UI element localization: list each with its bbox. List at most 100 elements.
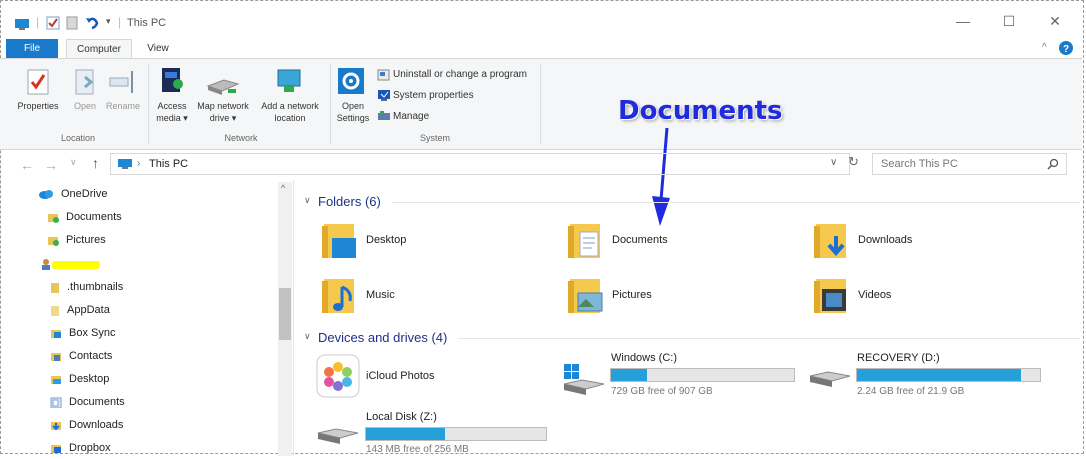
annotation-arrow-icon	[652, 127, 670, 226]
folder-tile-downloads[interactable]: Downloads	[812, 218, 1012, 264]
scroll-up-icon[interactable]: ^	[281, 183, 285, 193]
navigation-pane: OneDrive Documents Pictures .thumbnails …	[0, 180, 294, 456]
sidebar-item-appdata[interactable]: AppData	[50, 300, 110, 320]
folder-tile-desktop[interactable]: Desktop	[320, 218, 520, 264]
collapse-chevron-icon[interactable]: ∨	[304, 195, 311, 206]
drive-tile-local-disk-z[interactable]: Local Disk (Z:) 143 MB free of 256 MB	[316, 409, 556, 459]
tab-file[interactable]: File	[6, 39, 58, 58]
this-pc-icon	[15, 19, 29, 30]
folder-tile-pictures[interactable]: Pictures	[566, 273, 766, 319]
help-icon[interactable]: ?	[1058, 40, 1074, 56]
drive-usage-bar	[610, 368, 795, 382]
new-folder-icon[interactable]	[66, 16, 78, 30]
downloads-folder-icon	[51, 422, 61, 431]
drive-usage-fill	[857, 369, 1022, 381]
open-settings-button[interactable]: Open Settings	[333, 100, 373, 124]
rename-button[interactable]: Rename	[103, 100, 143, 112]
add-network-location-icon	[277, 69, 301, 92]
drive-usage-fill	[611, 369, 647, 381]
group-separator	[330, 64, 331, 144]
sidebar-item-documents[interactable]: Documents	[47, 207, 122, 227]
rename-icon	[109, 71, 133, 93]
map-network-drive-button[interactable]: Map network drive ▾	[192, 100, 254, 124]
drives-header[interactable]: Devices and drives (4)	[318, 330, 447, 345]
uninstall-button[interactable]: Uninstall or change a program	[393, 69, 527, 81]
drive-tile-recovery-d[interactable]: RECOVERY (D:) 2.24 GB free of 21.9 GB	[808, 352, 1048, 402]
search-placeholder: Search This PC	[881, 158, 958, 170]
this-pc-icon	[118, 159, 132, 169]
properties-check-icon[interactable]	[46, 16, 60, 30]
box-sync-folder-icon	[51, 330, 61, 339]
up-arrow-icon[interactable]: ↑	[92, 155, 99, 171]
annotation-callout: Documents	[618, 96, 783, 126]
open-icon	[75, 69, 94, 95]
folder-tile-documents[interactable]: Documents	[566, 218, 766, 264]
sidebar-item-user[interactable]	[40, 254, 107, 274]
group-label-system: System	[419, 133, 450, 143]
hard-drive-icon	[809, 371, 851, 387]
sidebar-item-pictures[interactable]: Pictures	[47, 230, 106, 250]
forward-arrow-icon[interactable]: →	[44, 157, 58, 173]
back-arrow-icon[interactable]: ←	[20, 157, 34, 173]
sidebar-item-box-sync[interactable]: Box Sync	[50, 323, 115, 343]
breadcrumb[interactable]: This PC	[149, 158, 188, 170]
open-button[interactable]: Open	[66, 100, 104, 112]
documents-folder-icon	[50, 397, 62, 409]
system-properties-icon	[378, 90, 390, 101]
manage-icon	[378, 111, 390, 120]
access-media-button[interactable]: Access media ▾	[152, 100, 192, 124]
folder-tile-videos[interactable]: Videos	[812, 273, 1012, 319]
maximize-button[interactable]: ☐	[994, 13, 1024, 30]
refresh-icon[interactable]: ↻	[848, 154, 859, 170]
nav-scrollbar-thumb[interactable]	[279, 288, 291, 340]
sidebar-item-thumbnails[interactable]: .thumbnails	[50, 277, 123, 297]
search-input[interactable]: Search This PC	[872, 153, 1067, 175]
music-folder-icon	[322, 279, 354, 313]
manage-button[interactable]: Manage	[393, 111, 429, 123]
synced-folder-icon	[48, 237, 59, 247]
title-separator: |	[118, 15, 122, 29]
sidebar-item-dropbox[interactable]: Dropbox	[50, 438, 111, 458]
settings-gear-icon	[338, 68, 364, 94]
videos-folder-icon	[814, 279, 846, 313]
qat-dropdown-icon[interactable]: ▾	[106, 16, 111, 27]
add-network-location-button[interactable]: Add a network location	[255, 100, 325, 124]
icloud-photos-icon	[316, 354, 360, 398]
qat-separator: |	[36, 15, 40, 29]
system-properties-button[interactable]: System properties	[393, 90, 474, 102]
address-bar[interactable]: › This PC	[110, 153, 850, 175]
folder-icon	[51, 306, 59, 317]
desktop-folder-icon	[51, 376, 61, 385]
sidebar-item-contacts[interactable]: Contacts	[50, 346, 112, 366]
search-icon[interactable]	[1047, 158, 1059, 170]
map-network-drive-icon	[206, 79, 240, 95]
user-folder-icon	[42, 259, 100, 271]
desktop-folder-icon	[322, 224, 356, 258]
drive-tile-windows-c[interactable]: Windows (C:) 729 GB free of 907 GB	[562, 352, 802, 402]
contacts-folder-icon	[51, 353, 61, 362]
dropbox-folder-icon	[51, 445, 61, 454]
collapse-chevron-icon[interactable]: ∨	[304, 331, 311, 342]
recent-locations-icon[interactable]: ∨	[70, 157, 77, 168]
properties-button[interactable]: Properties	[12, 100, 64, 112]
sidebar-item-onedrive[interactable]: OneDrive	[38, 184, 107, 204]
folder-tile-music[interactable]: Music	[320, 273, 520, 319]
sidebar-item-documents-2[interactable]: Documents	[50, 392, 125, 412]
tab-view[interactable]: View	[140, 39, 176, 58]
minimize-button[interactable]: —	[948, 13, 978, 29]
sidebar-item-desktop[interactable]: Desktop	[50, 369, 109, 389]
tab-computer[interactable]: Computer	[66, 39, 132, 58]
onedrive-cloud-icon	[39, 190, 53, 200]
close-button[interactable]: ✕	[1040, 13, 1070, 30]
sidebar-item-downloads[interactable]: Downloads	[50, 415, 123, 435]
collapse-ribbon-icon[interactable]: ^	[1042, 42, 1047, 53]
window-title: This PC	[127, 17, 167, 29]
folders-header[interactable]: Folders (6)	[318, 194, 381, 209]
undo-icon[interactable]	[84, 15, 100, 31]
address-dropdown-icon[interactable]: ∨	[830, 157, 837, 168]
properties-icon	[27, 69, 49, 95]
documents-folder-icon	[568, 224, 600, 258]
svg-text:?: ?	[1063, 44, 1069, 55]
hard-drive-icon	[317, 428, 359, 444]
device-tile-icloud-photos[interactable]: iCloud Photos	[316, 354, 516, 400]
